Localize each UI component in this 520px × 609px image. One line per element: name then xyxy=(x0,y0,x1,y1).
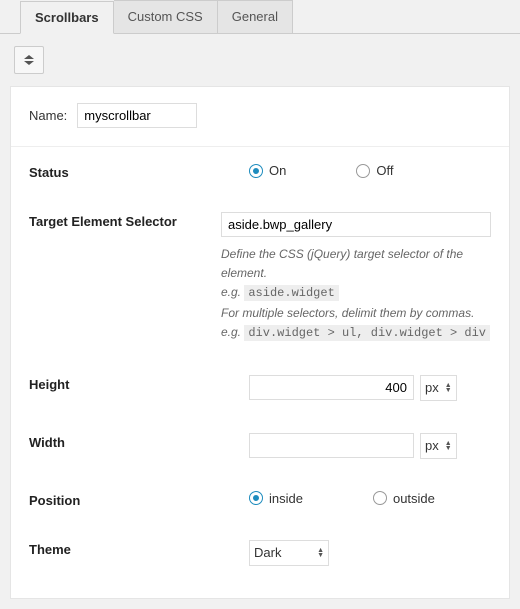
theme-value: Dark xyxy=(254,545,281,560)
tab-custom-css[interactable]: Custom CSS xyxy=(114,0,218,33)
position-radio-group: inside outside xyxy=(249,491,491,506)
settings-panel: Name: Status On Off Target xyxy=(10,86,510,599)
tab-scrollbars[interactable]: Scrollbars xyxy=(20,1,114,34)
collapse-toggle-button[interactable] xyxy=(14,46,44,74)
help-line: e.g. aside.widget xyxy=(221,283,491,303)
tabs-nav: Scrollbars Custom CSS General xyxy=(0,0,520,33)
width-row: Width px ▲▼ xyxy=(29,417,491,475)
status-on-radio[interactable]: On xyxy=(249,163,286,178)
radio-icon xyxy=(356,164,370,178)
name-input[interactable] xyxy=(77,103,197,128)
theme-label: Theme xyxy=(29,540,249,557)
status-radio-group: On Off xyxy=(249,163,491,178)
position-row: Position inside outside xyxy=(29,475,491,524)
target-label: Target Element Selector xyxy=(29,212,221,229)
unit-label: px xyxy=(425,438,439,453)
theme-row: Theme Dark ▲▼ xyxy=(29,524,491,582)
position-label: Position xyxy=(29,491,249,508)
position-outside-radio[interactable]: outside xyxy=(373,491,435,506)
position-outside-label: outside xyxy=(393,491,435,506)
radio-icon xyxy=(373,491,387,505)
status-off-radio[interactable]: Off xyxy=(356,163,393,178)
stepper-icon: ▲▼ xyxy=(445,383,452,393)
position-inside-radio[interactable]: inside xyxy=(249,491,303,506)
help-line: For multiple selectors, delimit them by … xyxy=(221,304,491,323)
name-row: Name: xyxy=(29,103,491,146)
panel-outer: Name: Status On Off Target xyxy=(0,33,520,609)
help-line: e.g. div.widget > ul, div.widget > div xyxy=(221,323,491,343)
status-off-label: Off xyxy=(376,163,393,178)
status-on-label: On xyxy=(269,163,286,178)
name-label: Name: xyxy=(29,108,67,123)
width-label: Width xyxy=(29,433,249,450)
unit-label: px xyxy=(425,380,439,395)
stepper-icon: ▲▼ xyxy=(317,548,324,558)
status-label: Status xyxy=(29,163,249,180)
target-row: Target Element Selector Define the CSS (… xyxy=(29,196,491,359)
height-label: Height xyxy=(29,375,249,392)
target-selector-input[interactable] xyxy=(221,212,491,237)
collapse-icon xyxy=(23,53,35,68)
height-unit-select[interactable]: px ▲▼ xyxy=(420,375,457,401)
height-input[interactable] xyxy=(249,375,414,400)
width-input[interactable] xyxy=(249,433,414,458)
status-row: Status On Off xyxy=(29,147,491,196)
tab-general[interactable]: General xyxy=(218,0,293,33)
help-line: Define the CSS (jQuery) target selector … xyxy=(221,245,491,283)
radio-icon xyxy=(249,491,263,505)
target-help-text: Define the CSS (jQuery) target selector … xyxy=(221,245,491,343)
radio-icon xyxy=(249,164,263,178)
theme-select[interactable]: Dark ▲▼ xyxy=(249,540,329,566)
height-row: Height px ▲▼ xyxy=(29,359,491,417)
position-inside-label: inside xyxy=(269,491,303,506)
width-unit-select[interactable]: px ▲▼ xyxy=(420,433,457,459)
stepper-icon: ▲▼ xyxy=(445,441,452,451)
